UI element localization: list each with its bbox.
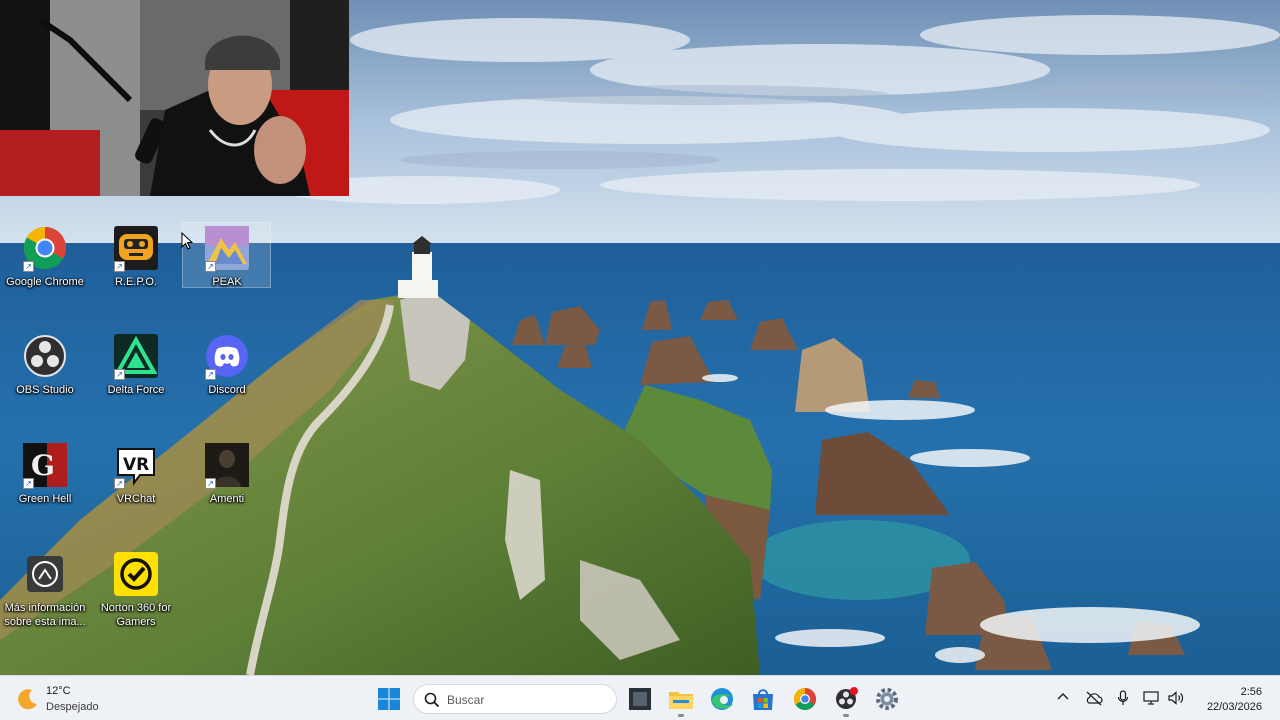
shortcut-arrow-icon: ↗	[23, 478, 34, 489]
icon-label: R.E.P.O.	[115, 276, 157, 288]
icon-label: OBS Studio	[16, 384, 74, 396]
mouse-cursor-icon	[181, 231, 194, 255]
peak-game-icon: ↗	[205, 226, 249, 272]
game-thumbnail-icon	[624, 683, 656, 715]
delta-force-icon: ↗	[114, 334, 158, 380]
desktop-icon-obs-studio[interactable]: OBS Studio	[1, 334, 89, 397]
desktop-icon-vrchat[interactable]: VR ↗ VRChat	[92, 443, 180, 506]
desktop-icon-amenti[interactable]: ↗ Amenti	[183, 443, 271, 506]
taskbar-search-box[interactable]: Buscar	[413, 684, 617, 714]
desktop-icon-green-hell[interactable]: G ↗ Green Hell	[1, 443, 89, 506]
obs-icon	[23, 334, 67, 378]
icon-label: Más información sobre esta ima...	[4, 602, 86, 628]
network-icon[interactable]	[1143, 690, 1161, 711]
norton-icon	[114, 552, 158, 596]
shortcut-arrow-icon: ↗	[114, 478, 125, 489]
shortcut-arrow-icon: ↗	[114, 369, 125, 380]
spotlight-info-icon	[23, 552, 67, 596]
icon-label: Norton 360 for Gamers	[100, 602, 172, 628]
chevron-up-icon[interactable]	[1056, 690, 1070, 709]
desktop-icon-peak[interactable]: ↗ PEAK	[183, 226, 271, 289]
running-indicator	[843, 714, 849, 717]
chrome-icon: ↗	[23, 226, 67, 272]
taskbar: 12°C Despejado Buscar 2:56 22/03/2026	[0, 675, 1280, 720]
running-indicator	[678, 714, 684, 717]
taskbar-app-game[interactable]	[624, 683, 656, 715]
svg-text:G: G	[31, 449, 55, 482]
taskbar-app-store[interactable]	[747, 683, 779, 715]
icon-label: Discord	[208, 384, 246, 396]
clock-date: 22/03/2026	[1206, 701, 1262, 713]
weather-temperature: 12°C	[46, 685, 71, 697]
svg-text:VR: VR	[123, 455, 149, 475]
taskbar-app-edge[interactable]	[706, 683, 738, 715]
file-explorer-icon	[665, 683, 697, 715]
start-button[interactable]	[373, 683, 405, 715]
icon-label: Delta Force	[107, 384, 165, 396]
moon-weather-icon	[16, 687, 40, 716]
system-clock[interactable]: 2:56 22/03/2026	[1192, 685, 1262, 715]
taskbar-app-obs[interactable]	[830, 683, 862, 717]
search-icon	[424, 692, 440, 713]
obs-notification-icon	[830, 683, 862, 715]
desktop-icon-discord[interactable]: ↗ Discord	[183, 334, 271, 397]
icon-label: Green Hell	[18, 493, 72, 505]
desktop-icon-delta-force[interactable]: ↗ Delta Force	[92, 334, 180, 397]
icon-label: VRChat	[116, 493, 156, 505]
icon-label: Amenti	[209, 493, 245, 505]
vrchat-icon: VR ↗	[114, 443, 158, 489]
weather-widget[interactable]: 12°C Despejado	[16, 683, 126, 715]
taskbar-app-chrome[interactable]	[789, 683, 821, 715]
edge-icon	[706, 683, 738, 715]
store-icon	[747, 683, 779, 715]
amenti-icon: ↗	[205, 443, 249, 489]
search-placeholder: Buscar	[447, 693, 485, 707]
green-hell-icon: G ↗	[23, 443, 67, 489]
discord-icon: ↗	[205, 334, 249, 380]
desktop-icon-norton[interactable]: Norton 360 for Gamers	[92, 552, 180, 629]
windows-start-icon	[373, 683, 405, 715]
icon-label: Google Chrome	[6, 276, 84, 288]
cloud-off-icon[interactable]	[1085, 690, 1103, 711]
settings-gear-icon	[871, 683, 903, 715]
shortcut-arrow-icon: ↗	[114, 261, 125, 272]
shortcut-arrow-icon: ↗	[23, 261, 34, 272]
weather-condition: Despejado	[46, 701, 99, 713]
desktop-icon-google-chrome[interactable]: ↗ Google Chrome	[1, 226, 89, 289]
shortcut-arrow-icon: ↗	[205, 369, 216, 380]
chrome-icon	[789, 683, 821, 715]
shortcut-arrow-icon: ↗	[205, 261, 216, 272]
desktop-icon-spotlight-info[interactable]: Más información sobre esta ima...	[1, 552, 89, 629]
microphone-icon[interactable]	[1117, 690, 1129, 711]
taskbar-app-settings[interactable]	[871, 683, 903, 715]
icon-label: PEAK	[212, 276, 242, 288]
volume-icon[interactable]	[1167, 690, 1185, 711]
clock-time: 2:56	[1240, 686, 1262, 698]
repo-game-icon: ↗	[114, 226, 158, 272]
shortcut-arrow-icon: ↗	[205, 478, 216, 489]
desktop-icon-repo[interactable]: ↗ R.E.P.O.	[92, 226, 180, 289]
webcam-overlay	[0, 0, 349, 196]
taskbar-app-file-explorer[interactable]	[665, 683, 697, 717]
